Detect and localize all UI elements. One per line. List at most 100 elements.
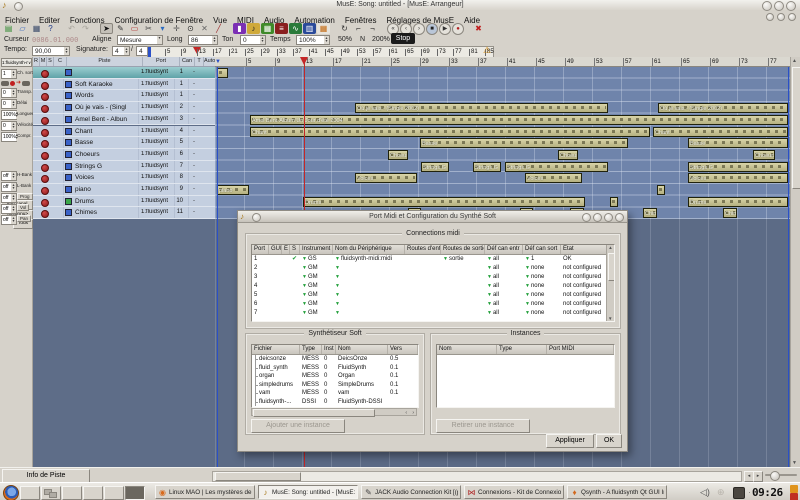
output-monitor-icon[interactable]: [22, 81, 30, 86]
track-row-Chimes[interactable]: Chimes1:fluidsynt11-: [33, 207, 215, 219]
save-file-icon[interactable]: ▦: [30, 23, 43, 34]
pager-desktop-5[interactable]: [104, 486, 124, 500]
hzoom-slider[interactable]: [765, 474, 797, 476]
track-automation[interactable]: -: [193, 139, 195, 145]
midi-part-drums[interactable]: Drums: [688, 197, 788, 207]
track-automation[interactable]: -: [193, 209, 195, 215]
snap-select[interactable]: Mesure▾: [117, 35, 163, 45]
zoom-tool-icon[interactable]: ⊙: [184, 23, 197, 34]
midi-port-row-4[interactable]: 4▼GM▼▼all▼nonenot configured: [252, 282, 614, 291]
dialog-help-button[interactable]: [582, 213, 591, 222]
midi-part[interactable]: [657, 185, 665, 195]
pager-desktop-1[interactable]: [20, 486, 40, 500]
mute-tool-icon[interactable]: ✕: [198, 23, 211, 34]
track-col-port[interactable]: Port: [143, 57, 180, 66]
screensaver-icon[interactable]: [790, 485, 798, 493]
pianoroll-editor-icon[interactable]: ▮: [233, 23, 246, 34]
track-col-r[interactable]: R: [33, 57, 40, 66]
record-arm-icon[interactable]: [41, 70, 49, 78]
synth-row-deicsonze[interactable]: deicsonzeMESS0DeicsOnze0.5: [252, 355, 418, 364]
sig-num-spin[interactable]: 4▴▾: [112, 46, 130, 56]
dialog-minimize-button[interactable]: [593, 213, 602, 222]
track-col-can[interactable]: Can: [180, 57, 195, 66]
arranger-hscrollbar[interactable]: [212, 471, 742, 482]
tempo-spin[interactable]: 90,00▴▾: [32, 46, 70, 56]
midi-part[interactable]: [610, 197, 618, 207]
track-port[interactable]: 1:fluidsynt: [141, 209, 175, 215]
pan-tool-icon[interactable]: ✛: [170, 23, 183, 34]
midi-part-voices[interactable]: Voices: [355, 173, 417, 183]
track-name[interactable]: Soft Karaoke: [75, 81, 137, 88]
midi-part-chime[interactable]: Chime: [643, 208, 657, 218]
midi-col-routes-d-entr-e[interactable]: Routes d'entrée: [405, 245, 441, 254]
track-channel[interactable]: 2: [171, 104, 183, 110]
track-channel[interactable]: 8: [171, 174, 183, 180]
synth-row-organ[interactable]: organMESS0Organ0.1: [252, 372, 418, 381]
open-file-icon[interactable]: ▱: [16, 23, 29, 34]
midi-part-choeurs[interactable]: Choeurs: [558, 150, 578, 160]
stop-icon[interactable]: ■: [426, 23, 438, 35]
track-channel[interactable]: 1: [171, 69, 183, 75]
track-automation[interactable]: -: [193, 69, 195, 75]
track-name[interactable]: Basse: [75, 139, 137, 146]
track-automation[interactable]: -: [193, 198, 195, 204]
track-port[interactable]: 1:fluidsynt: [141, 128, 175, 134]
track-port[interactable]: 1:fluidsynt: [141, 116, 175, 122]
track-port[interactable]: 1:fluidsynt: [141, 92, 175, 98]
list-editor-icon[interactable]: ≡: [275, 23, 288, 34]
synth-hscroll-thumb[interactable]: [253, 409, 375, 417]
trackinfo-pan-spin[interactable]: off▴▾Pan: [1, 215, 33, 224]
arranger-hscroll-thumb[interactable]: [215, 472, 301, 481]
midi-port-row-5[interactable]: 5▼GM▼▼all▼nonenot configured: [252, 291, 614, 300]
eraser-tool-icon[interactable]: ▭: [128, 23, 141, 34]
track-row-Basse[interactable]: Basse1:fluidsynt5-: [33, 137, 215, 149]
track-name[interactable]: Words: [75, 92, 137, 99]
track-name[interactable]: Drums: [75, 198, 137, 205]
midi-ports-table[interactable]: PortGUIESInstrumentNom du PériphériqueRo…: [251, 244, 615, 322]
volume-icon[interactable]: ◁): [700, 487, 710, 498]
midi-part[interactable]: [217, 68, 228, 78]
track-name[interactable]: Strings G: [75, 163, 137, 170]
firefox-launcher-icon[interactable]: [3, 485, 19, 500]
instances-col-port-midi[interactable]: Port MIDI: [547, 345, 614, 354]
track-channel[interactable]: 3: [171, 116, 183, 122]
record-arm-icon[interactable]: [41, 175, 49, 183]
midi-table-scrollbar[interactable]: ▲▼: [606, 245, 614, 321]
midi-part-strings-g[interactable]: Strings G: [505, 162, 608, 172]
synth-col-fichier[interactable]: Fichier: [252, 345, 300, 354]
hscroll-right-icon[interactable]: ›: [412, 410, 414, 416]
track-name[interactable]: Voices: [75, 174, 137, 181]
track-row-Voices[interactable]: Voices1:fluidsynt8-: [33, 172, 215, 184]
track-port[interactable]: 1:fluidsynt: [141, 163, 175, 169]
track-port[interactable]: 1:fluidsynt: [141, 174, 175, 180]
midi-part-choeurs[interactable]: Choeurs: [388, 150, 408, 160]
midi-port-row-2[interactable]: 2▼GM▼▼all▼nonenot configured: [252, 264, 614, 273]
ok-button[interactable]: OK: [596, 434, 622, 448]
record-arm-icon[interactable]: [41, 129, 49, 137]
loop-icon[interactable]: ↻: [338, 23, 351, 34]
add-instance-button[interactable]: Ajouter une instance: [251, 419, 345, 433]
synth-list-table[interactable]: FichierTypeInstNomVers deicsonzeMESS0Dei…: [251, 344, 419, 408]
pager-desktop-6[interactable]: [125, 486, 145, 500]
forward-icon[interactable]: ›: [413, 23, 425, 35]
pager-desktop-4[interactable]: [83, 486, 103, 500]
track-channel[interactable]: 11: [171, 209, 183, 215]
trackinfo-l-bank-spin[interactable]: off▴▾L-Bank: [1, 182, 33, 191]
track-row-Chant[interactable]: Chant1:fluidsynt4-: [33, 126, 215, 138]
punch-out-icon[interactable]: ¬: [366, 23, 379, 34]
dialog-titlebar[interactable]: ♪ Port Midi et Configuration du Synthé S…: [238, 211, 627, 223]
hzoom-knob[interactable]: [770, 471, 780, 481]
record-arm-icon[interactable]: [41, 140, 49, 148]
track-col-t[interactable]: T: [195, 57, 204, 66]
trackinfo-transp--spin[interactable]: 0▴▾Transp.: [1, 88, 33, 97]
track-name[interactable]: Où je vais - (Singl: [75, 104, 137, 111]
cut-tool-icon[interactable]: ✂: [142, 23, 155, 34]
vertical-scroll-thumb[interactable]: [792, 67, 800, 189]
record-arm-icon[interactable]: [41, 152, 49, 160]
synth-col-inst[interactable]: Inst: [322, 345, 336, 354]
track-automation[interactable]: -: [193, 81, 195, 87]
midi-part-basse[interactable]: Basse: [420, 138, 628, 148]
scroll-down-icon[interactable]: ▼: [792, 460, 797, 466]
score-editor-icon[interactable]: ♪: [247, 23, 260, 34]
play-icon[interactable]: ▶: [439, 23, 451, 35]
